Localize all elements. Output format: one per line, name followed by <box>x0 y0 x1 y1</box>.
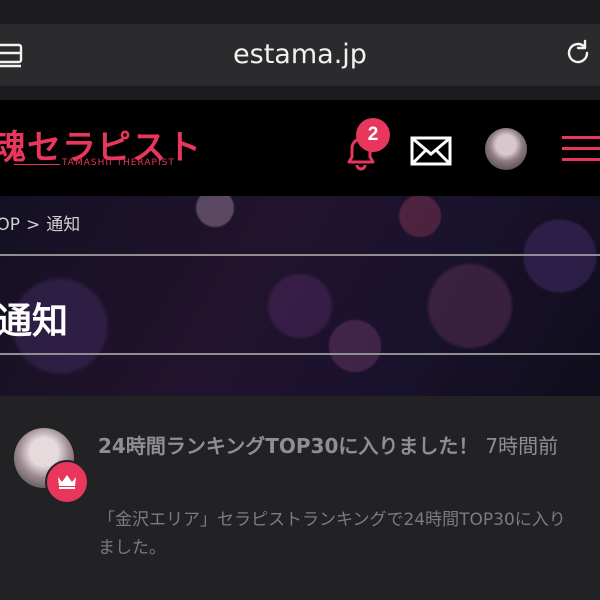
browser-url-bar[interactable]: estama.jp <box>0 24 600 87</box>
notification-count-badge: 2 <box>356 118 390 152</box>
breadcrumb-item-current: 通知 <box>46 215 81 235</box>
url-text[interactable]: estama.jp <box>0 24 600 86</box>
divider <box>0 254 600 256</box>
notification-item[interactable]: 24時間ランキングTOP30に入りました！ 7時間前 「金沢エリア」セラピストラ… <box>0 396 600 600</box>
logo-underline <box>14 164 60 165</box>
notification-time: 7時間前 <box>485 434 559 458</box>
breadcrumb-item-top[interactable]: TOP <box>0 215 20 235</box>
breadcrumb: TOP >通知 <box>0 210 80 235</box>
site-logo[interactable]: 魂セラピスト TAMASHII THERAPIST <box>0 116 201 180</box>
hero-overlay <box>0 196 600 396</box>
user-avatar[interactable] <box>485 128 527 170</box>
crown-badge <box>45 460 89 504</box>
page-hero: TOP>通知 通知 <box>0 196 600 396</box>
hamburger-menu-icon[interactable] <box>562 136 600 162</box>
divider <box>0 353 600 355</box>
reload-icon[interactable] <box>563 38 593 68</box>
site-header: 魂セラピスト TAMASHII THERAPIST <box>0 100 600 196</box>
notification-list: 24時間ランキングTOP30に入りました！ 7時間前 「金沢エリア」セラピストラ… <box>0 396 600 600</box>
crown-icon <box>58 475 76 489</box>
notification-title-block: 24時間ランキングTOP30に入りました！ 7時間前 <box>98 430 578 462</box>
status-strip <box>0 0 600 24</box>
breadcrumb-separator: > <box>26 215 41 235</box>
notification-body: 「金沢エリア」セラピストランキングで24時間TOP30に入りました。 <box>98 510 566 558</box>
mail-icon[interactable] <box>410 134 452 168</box>
browser-gap <box>0 86 600 100</box>
logo-subtext: TAMASHII THERAPIST <box>62 158 175 168</box>
page-title: 通知 <box>0 301 69 342</box>
notification-title: 24時間ランキングTOP30に入りました！ <box>98 434 479 458</box>
